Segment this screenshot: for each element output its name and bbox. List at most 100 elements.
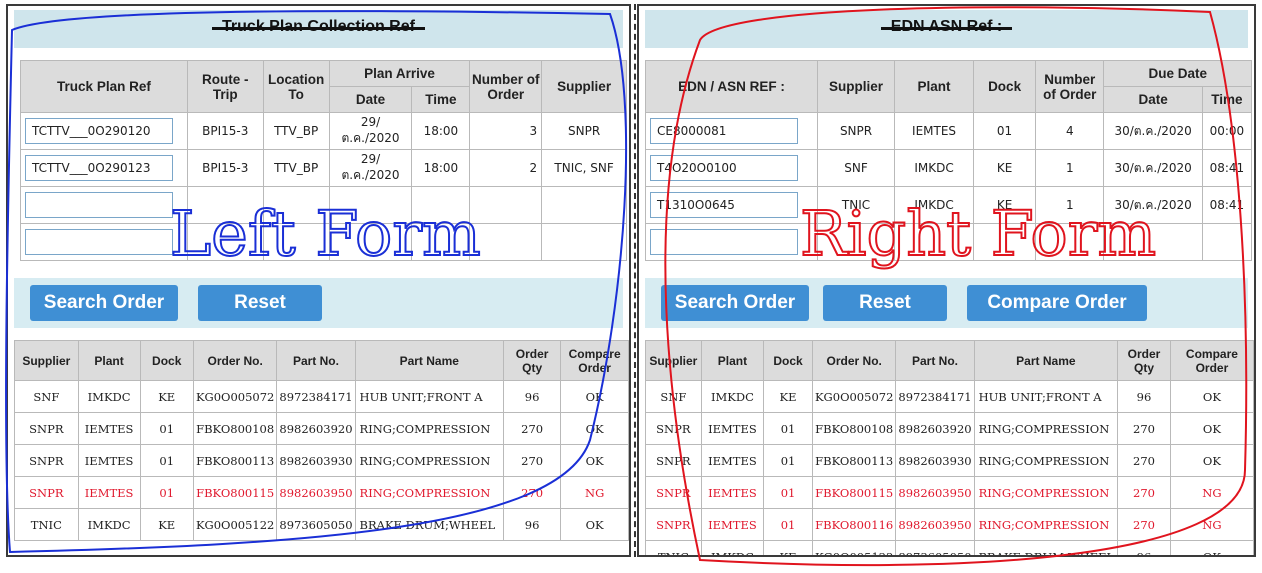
edn-asn-row: T1310O0645 TNIC IMKDC KE 1 30/ต.ค./2020 08:41 (644, 186, 1253, 224)
right-form: EDN ASN Ref : EDN / ASN REF : Supplier P… (637, 4, 1256, 557)
edn-asn-ref-input[interactable]: T1310O0645 (650, 192, 798, 218)
dock-cell: KE (139, 380, 194, 413)
compare-result-cell: OK (1169, 380, 1254, 413)
time-cell (411, 186, 471, 224)
supplier-cell (541, 186, 627, 224)
supplier-cell: SNPR (14, 476, 79, 509)
dock-cell: 01 (139, 412, 194, 445)
dock-cell: 01 (763, 412, 813, 445)
screen: Truck Plan Collection Ref Truck Plan Ref… (0, 0, 1262, 573)
plant-cell: IMKDC (77, 508, 141, 541)
supplier-cell: SNPR (14, 444, 79, 477)
route-trip-cell (186, 186, 264, 224)
table-row: SNF IMKDC KE KG0O005072 8972384171 HUB UNIT;F… (14, 380, 629, 413)
supplier-cell: SNPR (645, 508, 702, 541)
order-qty-cell: 96 (1117, 380, 1171, 413)
order-qty-cell: 96 (1117, 540, 1171, 555)
part-no-cell: 8973605050 (276, 508, 356, 541)
time-cell: 18:00 (411, 149, 471, 187)
list-column-header: Plant (700, 340, 765, 381)
part-name-cell: RING;COMPRESSION (973, 412, 1119, 445)
route-trip-cell: BPI15-3 (186, 112, 264, 150)
due-date-cell (1103, 223, 1203, 261)
order-count-cell: 1 (1035, 186, 1105, 224)
dock-cell: KE (973, 149, 1037, 187)
truck-plan-ref-input[interactable] (25, 229, 173, 255)
order-no-cell: FBKO800115 (192, 476, 278, 509)
truck-plan-row (20, 186, 627, 224)
order-no-cell: KG0O005122 (811, 540, 897, 555)
order-qty-cell: 270 (502, 476, 562, 509)
supplier-cell (817, 223, 895, 261)
table-row: SNPR IEMTES 01 FBKO800115 8982603950 RING;COM… (645, 476, 1254, 509)
order-no-cell: KG0O005072 (811, 380, 897, 413)
table-row: SNPR IEMTES 01 FBKO800108 8982603920 RING;COM… (645, 412, 1254, 445)
right-reset-button[interactable]: Reset (823, 285, 947, 321)
order-no-cell: FBKO800108 (811, 412, 897, 445)
col-route-trip: Route - Trip (186, 60, 264, 113)
compare-result-cell: OK (1169, 540, 1254, 555)
edn-asn-row: T4O20O0100 SNF IMKDC KE 1 30/ต.ค./2020 08:41 (644, 149, 1253, 187)
truck-plan-ref-input[interactable]: TCTTV___0O290123 (25, 155, 173, 181)
supplier-cell: TNIC (817, 186, 895, 224)
edn-asn-ref-input[interactable] (650, 229, 798, 255)
part-name-cell: RING;COMPRESSION (354, 412, 504, 445)
part-no-cell: 8982603920 (895, 412, 975, 445)
plant-cell: IMKDC (893, 186, 975, 224)
col-plan-arrive: Plan Arrive (328, 60, 471, 87)
left-reset-button[interactable]: Reset (198, 285, 322, 321)
table-row: SNF IMKDC KE KG0O005072 8972384171 HUB UNIT;F… (645, 380, 1254, 413)
part-name-cell: RING;COMPRESSION (973, 508, 1119, 541)
order-no-cell: KG0O005122 (192, 508, 278, 541)
part-name-cell: BRAKE DRUM;WHEEL (973, 540, 1119, 555)
time-cell: 18:00 (411, 112, 471, 150)
right-search-order-button[interactable]: Search Order (661, 285, 809, 321)
plant-cell: IMKDC (77, 380, 141, 413)
compare-result-cell: NG (560, 476, 629, 509)
list-column-header: Dock (139, 340, 194, 381)
part-name-cell: RING;COMPRESSION (973, 444, 1119, 477)
plant-cell: IMKDC (700, 380, 765, 413)
truck-plan-row (20, 223, 627, 261)
col-plant: Plant (893, 60, 975, 113)
list-column-header: Supplier (645, 340, 702, 381)
part-no-cell: 8982603920 (276, 412, 356, 445)
truck-plan-ref-input[interactable] (25, 192, 173, 218)
supplier-cell: TNIC (645, 540, 702, 555)
part-no-cell: 8972384171 (276, 380, 356, 413)
supplier-cell: SNPR (645, 476, 702, 509)
order-no-cell: FBKO800113 (811, 444, 897, 477)
col-truck-plan-ref: Truck Plan Ref (20, 60, 188, 113)
edn-asn-table: EDN / ASN REF : Supplier Plant Dock Numb… (644, 60, 1253, 261)
plant-cell: IEMTES (700, 444, 765, 477)
part-no-cell: 8973605050 (895, 540, 975, 555)
list-column-header: Supplier (14, 340, 79, 381)
edn-asn-ref-input[interactable]: CE8000081 (650, 118, 798, 144)
part-name-cell: RING;COMPRESSION (973, 476, 1119, 509)
date-cell: 29/ต.ค./2020 (328, 112, 413, 150)
right-title-banner: EDN ASN Ref : (645, 10, 1248, 48)
compare-order-button[interactable]: Compare Order (967, 285, 1147, 321)
part-no-cell: 8982603950 (895, 476, 975, 509)
order-count-cell: 4 (1035, 112, 1105, 150)
col-number-of-order: Number of Order (1035, 60, 1105, 113)
list-column-header: Part Name (973, 340, 1119, 381)
order-no-cell: FBKO800116 (811, 508, 897, 541)
time-cell (411, 223, 471, 261)
truck-plan-ref-input[interactable]: TCTTV___0O290120 (25, 118, 173, 144)
list-column-header: Compare Order (560, 340, 629, 381)
left-search-order-button[interactable]: Search Order (30, 285, 178, 321)
plant-cell: IMKDC (893, 149, 975, 187)
col-supplier: Supplier (817, 60, 895, 113)
edn-asn-row: CE8000081 SNPR IEMTES 01 4 30/ต.ค./2020 00:00 (644, 112, 1253, 150)
supplier-cell: SNPR (14, 412, 79, 445)
compare-result-cell: OK (560, 380, 629, 413)
table-row: SNPR IEMTES 01 FBKO800113 8982603930 RING;COM… (14, 444, 629, 477)
col-date: Date (1103, 86, 1203, 113)
left-form-title: Truck Plan Collection Ref (212, 18, 425, 36)
edn-asn-ref-input[interactable]: T4O20O0100 (650, 155, 798, 181)
supplier-cell: SNF (645, 380, 702, 413)
list-column-header: Order Qty (1117, 340, 1171, 381)
left-order-list-table: Supplier Plant Dock Order No. Part No. Part N… (14, 340, 629, 541)
pane-divider (634, 4, 636, 557)
